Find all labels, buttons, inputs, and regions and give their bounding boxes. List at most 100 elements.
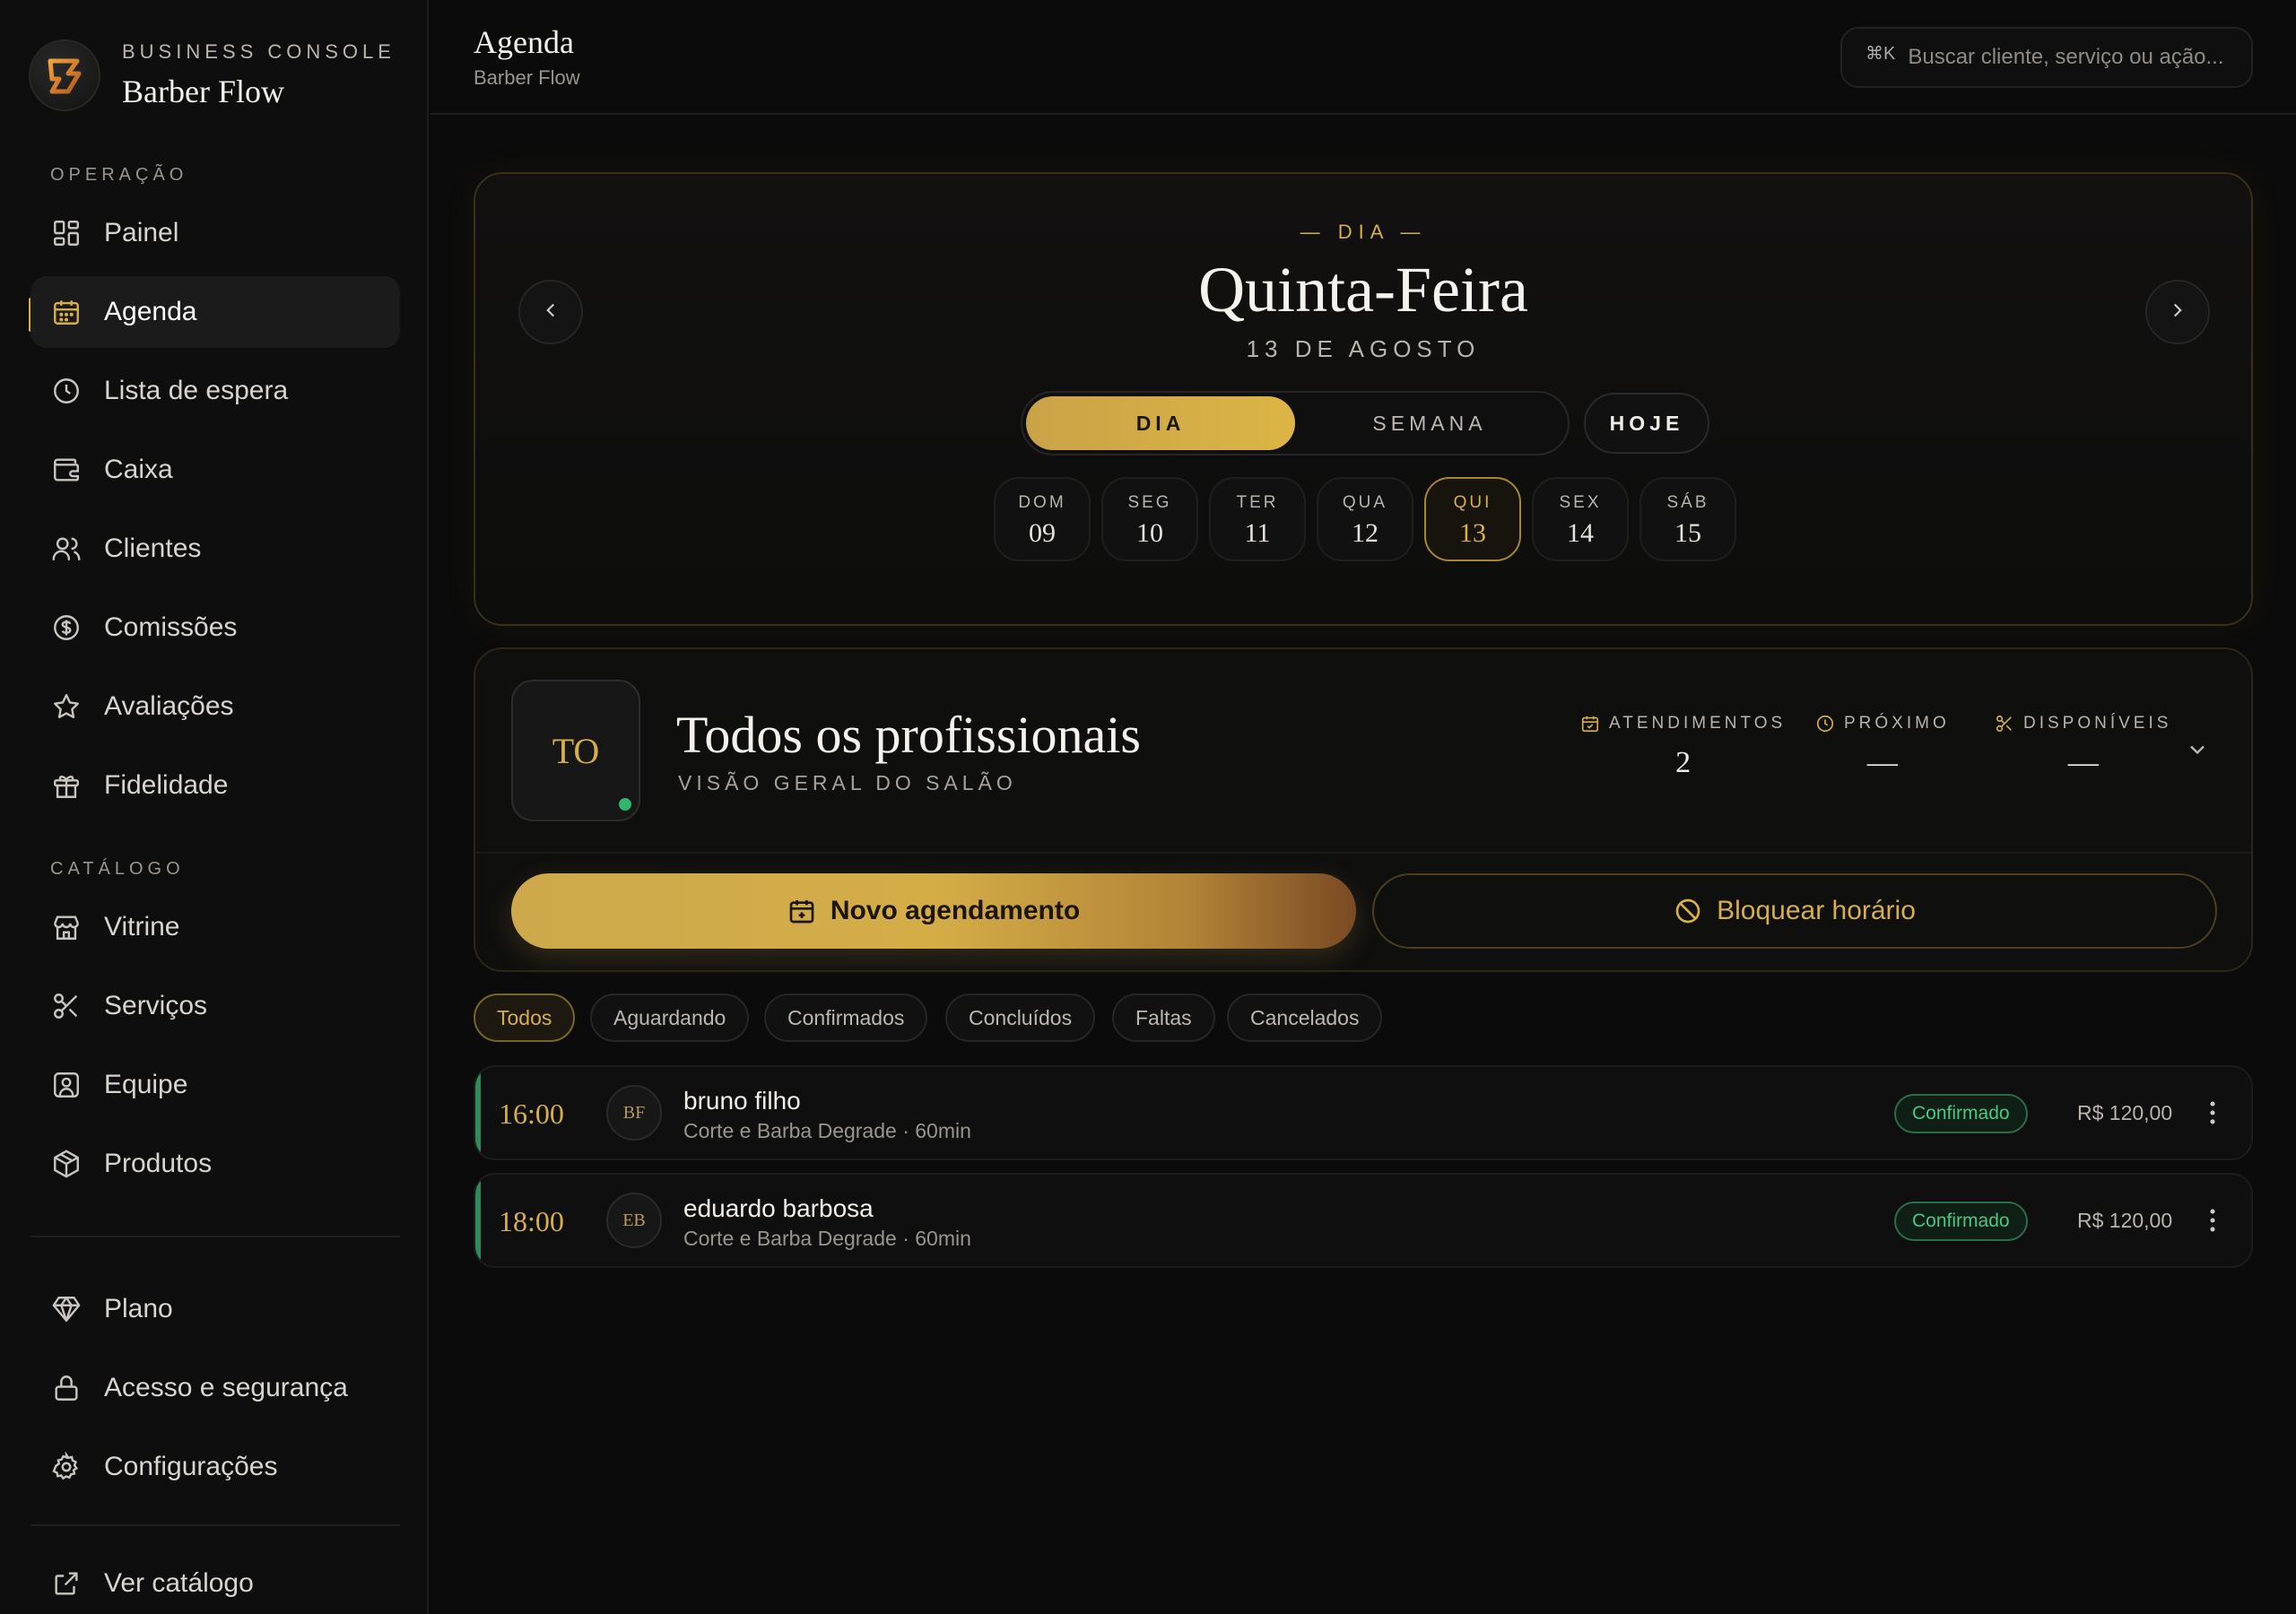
appointment-row[interactable]: 16:00 BF bruno filho Corte e Barba Degra… <box>474 1065 2253 1160</box>
sidebar-item-painel[interactable]: Painel <box>30 197 400 269</box>
clock-icon <box>1815 714 1835 733</box>
filter-aguardando[interactable]: Aguardando <box>590 994 750 1042</box>
diamond-icon <box>48 1291 84 1327</box>
client-avatar: BF <box>606 1085 662 1141</box>
status-stripe <box>475 1175 481 1266</box>
service-description: Corte e Barba Degrade · 60min <box>683 1227 971 1250</box>
sidebar-item-vitrine[interactable]: Vitrine <box>30 891 400 963</box>
top-header: Agenda Barber Flow ⌘K <box>430 0 2296 115</box>
sidebar-item-label: Plano <box>104 1294 173 1323</box>
stat-proximo: PRÓXIMO — <box>1815 714 1950 780</box>
filter-confirmados[interactable]: Confirmados <box>764 994 928 1042</box>
chevron-down-icon[interactable] <box>2185 737 2210 767</box>
sidebar-item-ver-catalogo[interactable]: Ver catálogo <box>30 1548 400 1614</box>
users-icon <box>48 531 84 567</box>
weekday-number: 12 <box>1352 518 1378 548</box>
block-time-label: Bloquear horário <box>1717 896 1916 925</box>
sidebar-item-agenda[interactable]: Agenda <box>30 276 400 348</box>
day-title: Quinta-Feira <box>1198 254 1528 325</box>
gear-icon <box>48 1449 84 1485</box>
card-divider <box>475 852 2251 854</box>
sidebar-item-servicos[interactable]: Serviços <box>30 970 400 1042</box>
weekday-chip[interactable]: SEG 10 <box>1101 477 1198 561</box>
keyboard-shortcut-hint: ⌘K <box>1866 43 1896 64</box>
weekday-label: TER <box>1236 493 1279 512</box>
filter-todos[interactable]: Todos <box>474 994 576 1042</box>
filter-cancelados[interactable]: Cancelados <box>1227 994 1383 1042</box>
stat-label: ATENDIMENTOS <box>1609 714 1787 733</box>
weekday-label: QUI <box>1453 493 1492 512</box>
day-eyebrow: — DIA — <box>1300 221 1427 243</box>
status-stripe <box>475 1067 481 1158</box>
calendar-plus-icon <box>787 897 816 925</box>
view-day-button[interactable]: DIA <box>1026 396 1295 450</box>
sidebar-divider <box>30 1524 400 1526</box>
service-description: Corte e Barba Degrade · 60min <box>683 1119 971 1142</box>
weekday-number: 13 <box>1459 518 1486 548</box>
wallet-icon <box>48 452 84 488</box>
weekday-chip[interactable]: SEX 14 <box>1532 477 1629 561</box>
view-toggle: DIA SEMANA <box>1021 391 1570 456</box>
sidebar-item-fidelidade[interactable]: Fidelidade <box>30 750 400 821</box>
more-vertical-icon[interactable] <box>2197 1098 2228 1132</box>
sidebar-item-configuracoes[interactable]: Configurações <box>30 1431 400 1503</box>
weekday-number: 14 <box>1567 518 1594 548</box>
brand[interactable]: BUSINESS CONSOLE Barber Flow <box>29 39 396 111</box>
filter-faltas[interactable]: Faltas <box>1112 994 1215 1042</box>
weekday-chip-selected[interactable]: QUI 13 <box>1424 477 1521 561</box>
appointment-price: R$ 120,00 <box>2077 1209 2173 1232</box>
grid-icon <box>48 215 84 251</box>
sidebar-item-clientes[interactable]: Clientes <box>30 513 400 585</box>
view-week-button[interactable]: SEMANA <box>1295 396 1564 450</box>
sidebar-item-equipe[interactable]: Equipe <box>30 1049 400 1121</box>
stat-value: — <box>1866 746 1898 779</box>
weekday-chip[interactable]: DOM 09 <box>994 477 1091 561</box>
page-title: Agenda <box>474 24 574 60</box>
new-appointment-label: Novo agendamento <box>830 896 1081 925</box>
stat-value: 2 <box>1675 746 1692 779</box>
sidebar-item-lista-de-espera[interactable]: Lista de espera <box>30 355 400 427</box>
status-badge: Confirmado <box>1894 1202 2028 1241</box>
scissors-icon <box>1995 714 2014 733</box>
filter-concluidos[interactable]: Concluídos <box>945 994 1096 1042</box>
client-avatar: EB <box>606 1193 662 1248</box>
sidebar-item-label: Clientes <box>104 534 202 563</box>
weekday-number: 09 <box>1029 518 1056 548</box>
search-box[interactable]: ⌘K <box>1840 27 2253 88</box>
weekday-label: SÁB <box>1666 493 1709 512</box>
sidebar-item-label: Configurações <box>104 1452 278 1481</box>
brand-logo <box>29 39 100 111</box>
client-name: bruno filho <box>683 1087 801 1115</box>
appointment-time: 16:00 <box>499 1098 564 1130</box>
block-time-button[interactable]: Bloquear horário <box>1372 873 2217 949</box>
appointment-price: R$ 120,00 <box>2077 1101 2173 1124</box>
professional-card: TO Todos os profissionais VISÃO GERAL DO… <box>474 647 2253 972</box>
appointment-row[interactable]: 18:00 EB eduardo barbosa Corte e Barba D… <box>474 1173 2253 1268</box>
search-input[interactable] <box>1908 45 2249 70</box>
sidebar-item-acesso-e-seguranca[interactable]: Acesso e segurança <box>30 1352 400 1424</box>
user-square-icon <box>48 1067 84 1103</box>
sidebar-item-caixa[interactable]: Caixa <box>30 434 400 506</box>
gift-icon <box>48 768 84 803</box>
stat-value: — <box>2067 746 2099 779</box>
sidebar-item-avaliacoes[interactable]: Avaliações <box>30 671 400 742</box>
weekday-chip[interactable]: TER 11 <box>1209 477 1306 561</box>
new-appointment-button[interactable]: Novo agendamento <box>511 873 1356 949</box>
sidebar-item-label: Avaliações <box>104 691 234 721</box>
weekday-label: QUA <box>1342 493 1388 512</box>
sidebar-item-label: Acesso e segurança <box>104 1373 348 1402</box>
weekday-label: SEG <box>1127 493 1172 512</box>
today-button[interactable]: HOJE <box>1584 393 1709 454</box>
store-icon <box>48 909 84 945</box>
weekday-chip[interactable]: QUA 12 <box>1317 477 1413 561</box>
sidebar-item-plano[interactable]: Plano <box>30 1273 400 1345</box>
stat-atendimentos: ATENDIMENTOS 2 <box>1580 714 1786 780</box>
professional-name: Todos os profissionais <box>676 706 1141 764</box>
sidebar-item-produtos[interactable]: Produtos <box>30 1128 400 1200</box>
section-label-catalogo: CATÁLOGO <box>50 859 185 879</box>
more-vertical-icon[interactable] <box>2197 1205 2228 1240</box>
sidebar-item-label: Vitrine <box>104 912 180 941</box>
sidebar-item-comissoes[interactable]: Comissões <box>30 592 400 664</box>
weekday-chip[interactable]: SÁB 15 <box>1639 477 1736 561</box>
sidebar-item-label: Fidelidade <box>104 770 229 800</box>
